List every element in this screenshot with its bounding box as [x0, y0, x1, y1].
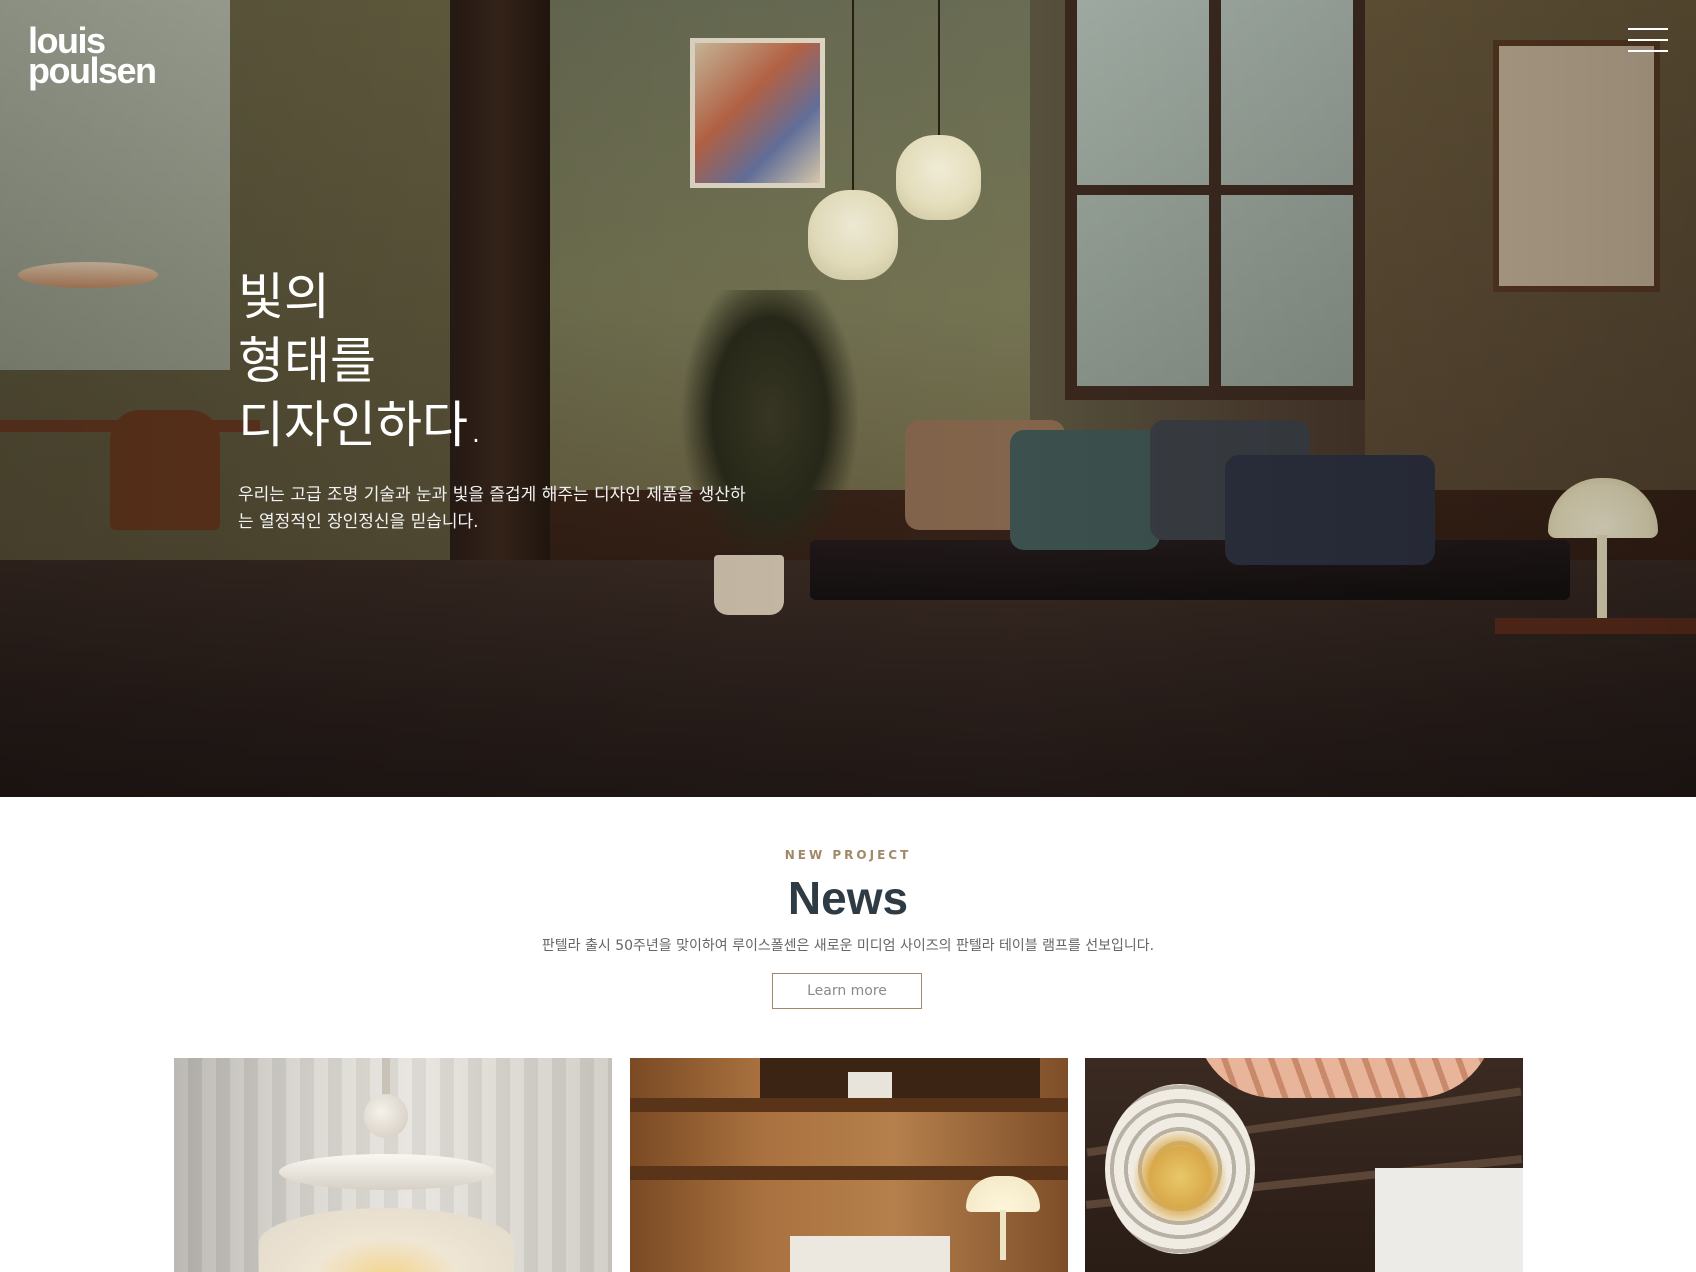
hero-title: 빛의 형태를 디자인하다. [238, 265, 484, 457]
news-cards [174, 1058, 1524, 1272]
card-3-pendant-shade [1195, 1058, 1495, 1098]
card-1-lamp-rod [382, 1058, 390, 1098]
news-eyebrow: NEW PROJECT [784, 848, 912, 862]
news-title: News [787, 872, 909, 924]
learn-more-button[interactable]: Learn more [772, 973, 922, 1009]
card-1-lamp-shade [259, 1208, 514, 1272]
card-3-pendant-lamp [1105, 1084, 1255, 1254]
card-3-wall [1375, 1168, 1523, 1272]
hamburger-icon[interactable] [1628, 26, 1668, 54]
card-1-lamp-shade [279, 1154, 494, 1190]
hero-title-line-2: 형태를 [238, 332, 376, 390]
card-2-shelf [630, 1098, 1068, 1112]
hamburger-bar [1628, 50, 1668, 52]
card-1-lamp-top [364, 1094, 408, 1138]
hero-description: 우리는 고급 조명 기술과 눈과 빛을 즐겁게 해주는 디자인 제품을 생산하는… [238, 485, 746, 532]
news-description: 판텔라 출시 50주년을 맞이하여 루이스폴센은 새로운 미디엄 사이즈의 판텔… [541, 938, 1155, 954]
brand-logo[interactable]: louis poulsen [28, 23, 157, 91]
hamburger-bar [1628, 28, 1668, 30]
news-card-3[interactable] [1085, 1058, 1523, 1272]
logo-line-2: poulsen [28, 50, 157, 91]
news-card-2[interactable] [630, 1058, 1068, 1272]
card-2-object [848, 1072, 892, 1100]
card-2-back-panel [760, 1058, 1040, 1098]
hero-title-line-1: 빛의 [238, 268, 330, 326]
card-2-lamp-shade [966, 1176, 1040, 1212]
card-2-lamp-stem [1000, 1210, 1006, 1260]
news-card-1[interactable] [174, 1058, 612, 1272]
card-2-block [790, 1236, 950, 1272]
hamburger-bar [1628, 39, 1668, 41]
hero-title-line-3: 디자인하다. [238, 396, 484, 454]
hero-section: louis poulsen 빛의 형태를 디자인하다. 우리는 고급 조명 기술… [0, 0, 1696, 797]
